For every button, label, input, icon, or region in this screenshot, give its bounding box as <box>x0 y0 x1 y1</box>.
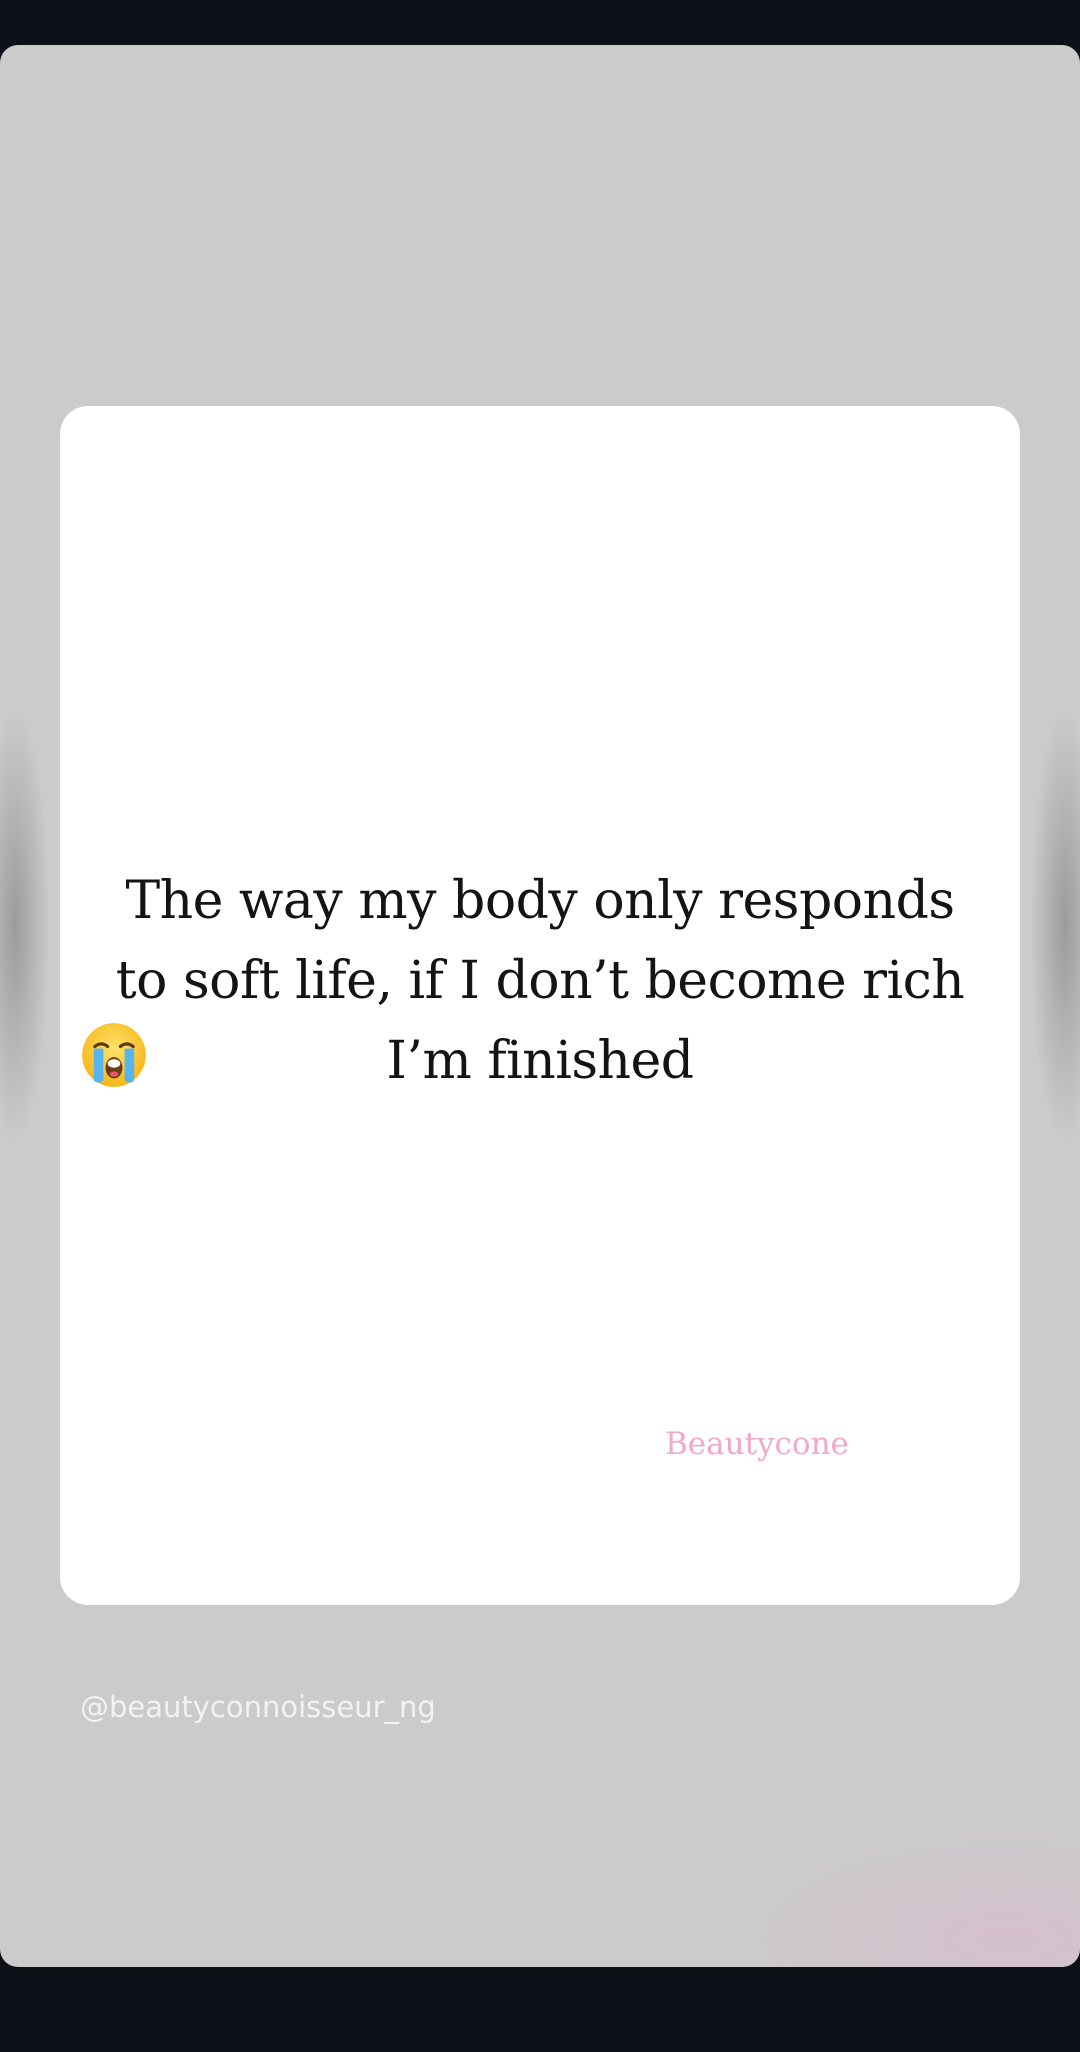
shared-post-card[interactable]: The way my body only responds to soft li… <box>60 406 1020 1605</box>
story-screen: The way my body only responds to soft li… <box>0 0 1080 2052</box>
left-blur-decoration <box>0 705 50 1145</box>
quote-line-3: I’m finished <box>386 1031 694 1091</box>
quote-line-2: to soft life, if I don’t become rich <box>115 951 965 1011</box>
right-blur-decoration <box>1030 705 1080 1145</box>
story-frame[interactable]: The way my body only responds to soft li… <box>0 45 1080 1967</box>
attribution-handle-link[interactable]: @beautyconnoisseur_ng <box>80 1690 436 1724</box>
post-quote-text: The way my body only responds to soft li… <box>70 861 1010 1101</box>
loudly-crying-face-icon <box>82 1023 146 1087</box>
quote-line-1: The way my body only responds <box>125 871 955 931</box>
corner-tint-decoration <box>720 1827 1080 1967</box>
post-watermark: Beautycone <box>665 1426 849 1462</box>
